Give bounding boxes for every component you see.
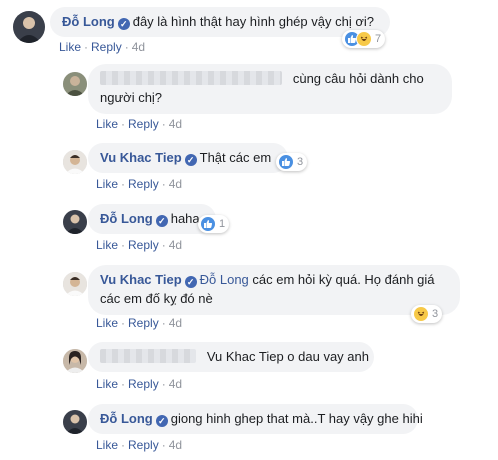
like-icon	[200, 216, 216, 232]
redacted-author	[100, 349, 196, 363]
verified-badge-icon: ✓	[184, 154, 197, 166]
comment-text: đây là hình thật hay hình ghép vậy chị ơ…	[132, 14, 374, 29]
comment-actions: Like · Reply · 4d	[96, 316, 183, 330]
avatar[interactable]	[63, 72, 87, 96]
comment-text-line-1: cùng câu hỏi dành cho	[292, 71, 424, 86]
avatar[interactable]	[63, 150, 87, 174]
timestamp[interactable]: 4d	[169, 316, 182, 330]
comment-actions: Like · Reply · 4d	[96, 177, 183, 191]
comment-actions: Like · Reply · 4d	[96, 238, 183, 252]
comment-bubble: cùng câu hỏi dành cho người chị?	[88, 64, 452, 114]
comment-text-line-2: người chị?	[100, 90, 163, 105]
like-link[interactable]: Like	[96, 438, 118, 452]
timestamp[interactable]: 4d	[132, 40, 145, 54]
timestamp[interactable]: 4d	[169, 377, 182, 391]
reaction-summary[interactable]: 3	[276, 153, 308, 171]
verified-badge-icon: ✓	[184, 276, 197, 288]
comment-actions: Like · Reply · 4d	[96, 117, 183, 131]
reaction-summary[interactable]: 7	[342, 30, 386, 48]
timestamp[interactable]: 4d	[169, 177, 182, 191]
timestamp[interactable]: 4d	[169, 117, 182, 131]
comment-author[interactable]: Vu Khac Tiep	[100, 272, 182, 287]
like-link[interactable]: Like	[96, 177, 118, 191]
comment-text: Thật các em	[199, 150, 272, 165]
comment-author[interactable]: Đỗ Long	[100, 211, 153, 226]
comment-bubble: Đỗ Long ✓ đây là hình thật hay hình ghép v…	[50, 7, 390, 37]
comment-actions: Like · Reply · 4d	[59, 40, 146, 54]
reaction-count: 3	[432, 308, 439, 320]
comment-bubble: Đỗ Long ✓ haha	[88, 204, 216, 234]
timestamp[interactable]: 4d	[169, 438, 182, 452]
comment-author[interactable]: Đỗ Long	[62, 14, 115, 29]
avatar[interactable]	[63, 210, 87, 234]
comment-text-line-1: các em hỏi kỳ quá. Họ đánh giá	[252, 272, 435, 287]
comment-author[interactable]: Vu Khac Tiep	[100, 150, 182, 165]
comment-text: giong hinh ghep that mà..T hay vậy ghe h…	[170, 411, 423, 426]
like-link[interactable]: Like	[96, 316, 118, 330]
comment-text-line-2: các em đố kỵ đó nè	[100, 291, 213, 306]
reaction-count: 1	[219, 218, 226, 230]
verified-badge-icon: ✓	[155, 215, 168, 227]
like-link[interactable]: Like	[59, 40, 81, 54]
verified-badge-icon: ✓	[117, 18, 130, 30]
comment-author[interactable]: Đỗ Long	[100, 411, 153, 426]
verified-badge-icon: ✓	[155, 415, 168, 427]
reaction-count: 3	[297, 156, 304, 168]
reply-link[interactable]: Reply	[128, 316, 159, 330]
like-link[interactable]: Like	[96, 238, 118, 252]
comment-text: Vu Khac Tiep o dau vay anh	[206, 349, 369, 364]
avatar[interactable]	[63, 349, 87, 373]
reaction-summary[interactable]: 3	[411, 305, 443, 323]
haha-icon	[356, 31, 372, 47]
comment-bubble: Vu Khac Tiep ✓ Thật các em	[88, 143, 288, 173]
reaction-count: 7	[375, 33, 382, 45]
reply-link[interactable]: Reply	[128, 377, 159, 391]
reply-link[interactable]: Reply	[128, 177, 159, 191]
avatar[interactable]	[13, 11, 45, 43]
comment-bubble: Vu Khac Tiep o dau vay anh	[88, 342, 374, 372]
reply-link[interactable]: Reply	[128, 117, 159, 131]
like-link[interactable]: Like	[96, 377, 118, 391]
reply-link[interactable]: Reply	[128, 238, 159, 252]
comment-text: haha	[170, 211, 200, 226]
like-link[interactable]: Like	[96, 117, 118, 131]
redacted-author	[100, 71, 282, 85]
reaction-summary[interactable]: 1	[198, 215, 230, 233]
reply-link[interactable]: Reply	[91, 40, 122, 54]
haha-icon	[413, 306, 429, 322]
comment-actions: Like · Reply · 4d	[96, 377, 183, 391]
comment-bubble: Đỗ Long ✓ giong hinh ghep that mà..T hay v…	[88, 404, 423, 434]
like-icon	[278, 154, 294, 170]
avatar[interactable]	[63, 410, 87, 434]
reply-link[interactable]: Reply	[128, 438, 159, 452]
timestamp[interactable]: 4d	[169, 238, 182, 252]
comment-bubble: Vu Khac Tiep ✓ Đỗ Long các em hỏi kỳ quá. …	[88, 265, 460, 315]
avatar[interactable]	[63, 272, 87, 296]
mention-link[interactable]: Đỗ Long	[200, 272, 249, 287]
comment-actions: Like · Reply · 4d	[96, 438, 183, 452]
